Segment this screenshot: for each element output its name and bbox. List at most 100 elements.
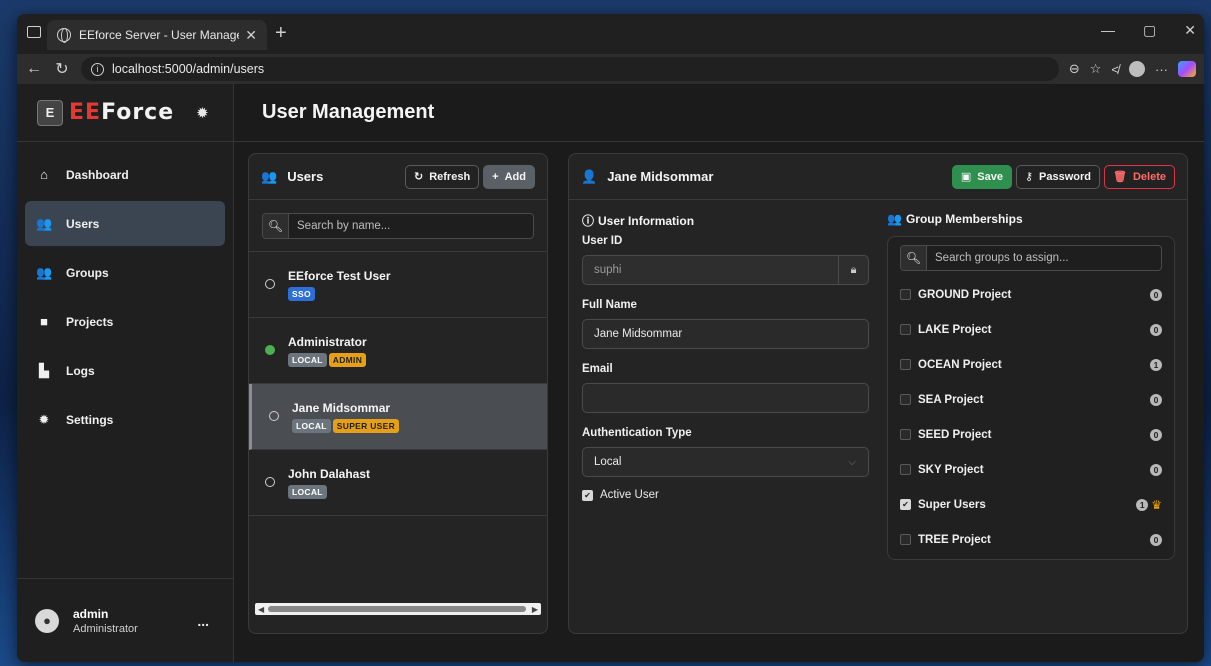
avatar: ● (35, 608, 59, 633)
group-item-sky[interactable]: SKY Project 0 (900, 452, 1162, 487)
user-id-label: User ID (582, 235, 623, 247)
lock-icon: 🔒︎ (838, 256, 868, 284)
group-search-input[interactable] (927, 246, 1161, 270)
role-badge: ADMIN (328, 352, 367, 367)
list-item[interactable]: Administrator LOCAL ADMIN (249, 318, 547, 384)
auth-type-select[interactable]: Local ⌵ (582, 447, 869, 477)
favorites-list-icon[interactable]: ≮ (1111, 62, 1119, 77)
sidebar-item-label: Dashboard (66, 167, 129, 182)
group-item-ocean[interactable]: OCEAN Project 1 (900, 347, 1162, 382)
favorite-icon[interactable]: ☆ (1090, 61, 1102, 77)
checkbox-checked-icon[interactable]: ✔ (582, 489, 593, 501)
member-count-badge: 0 (1150, 393, 1162, 406)
group-item-lake[interactable]: LAKE Project 0 (900, 312, 1162, 347)
gear-icon: ✹ (38, 411, 50, 427)
checkbox[interactable] (900, 464, 911, 475)
checkbox[interactable] (900, 324, 911, 335)
sidebar-item-label: Users (66, 216, 100, 231)
back-icon[interactable]: ← (25, 60, 43, 78)
add-label: Add (504, 170, 526, 183)
group-memberships-section: 👥 Group Memberships 🔍︎ GROUND Project (887, 212, 1175, 560)
save-button[interactable]: ▣ Save (951, 164, 1012, 189)
scroll-right-icon[interactable]: ▶ (532, 605, 538, 614)
user-info-title: ⓘ User Information (582, 212, 869, 229)
sidebar-item-settings[interactable]: ✹ Settings (25, 397, 225, 442)
delete-button[interactable]: 🗑︎ Delete (1104, 164, 1175, 189)
user-detail-header: 👤 Jane Midsommar ▣ Save ⚷ Password 🗑︎ De… (569, 154, 1187, 200)
active-user-checkbox[interactable]: ✔ Active User (582, 489, 869, 501)
users-panel-header: 👥 Users ↻ Refresh + Add (249, 154, 547, 200)
copilot-icon[interactable] (1178, 61, 1196, 77)
user-name: EEforce Test User (288, 268, 391, 283)
selected-user-name: Jane Midsommar (607, 169, 714, 184)
maximize-icon[interactable]: ▢ (1143, 22, 1156, 39)
member-count-badge: 0 (1150, 428, 1162, 441)
horizontal-scrollbar[interactable]: ◀ ▶ (255, 603, 541, 615)
user-detail-panel: 👤 Jane Midsommar ▣ Save ⚷ Password 🗑︎ De… (568, 153, 1188, 634)
checkbox[interactable] (900, 289, 911, 300)
user-id-value: suphi (594, 264, 622, 276)
refresh-button[interactable]: ↻ Refresh (404, 164, 480, 189)
add-user-button[interactable]: + Add (483, 164, 535, 189)
brand-name-ee: EE (69, 100, 102, 125)
cog-icon[interactable]: ✹ (196, 104, 209, 122)
list-item[interactable]: Jane Midsommar LOCAL SUPER USER (249, 384, 547, 450)
main-content: User Management 👥 Users ↻ Refresh + Add (234, 84, 1204, 662)
file-icon: ▙ (39, 362, 49, 378)
user-name: John Dalahast (288, 466, 371, 481)
brand-logo-icon: E (37, 99, 63, 126)
tab-actions-icon[interactable] (27, 26, 41, 38)
sidebar-item-logs[interactable]: ▙ Logs (25, 348, 225, 393)
group-item-sea[interactable]: SEA Project 0 (900, 382, 1162, 417)
url-field[interactable]: i localhost:5000/admin/users (81, 57, 1059, 81)
group-memberships-title: 👥 Group Memberships (887, 212, 1175, 226)
more-menu-icon[interactable]: ··· (1155, 62, 1168, 77)
site-info-icon[interactable]: i (91, 62, 104, 76)
checkbox[interactable] (900, 534, 911, 545)
current-user[interactable]: ● admin Administrator ... (17, 578, 233, 662)
user-search: 🔍︎ (262, 212, 534, 239)
minimize-icon[interactable]: — (1101, 22, 1115, 39)
search-input[interactable] (289, 213, 533, 238)
sidebar-item-dashboard[interactable]: ⌂ Dashboard (25, 152, 225, 197)
checkbox[interactable] (900, 429, 911, 440)
scrollbar-thumb[interactable] (268, 606, 526, 612)
browser-tab[interactable]: EEforce Server - User Manageme ✕ (47, 20, 267, 50)
password-button[interactable]: ⚷ Password (1015, 164, 1100, 189)
profile-icon[interactable] (1129, 61, 1145, 77)
sidebar: E EEForce ✹ ⌂ Dashboard 👥 Users 👥 Groups (17, 84, 234, 662)
group-name: TREE Project (918, 533, 991, 546)
list-item[interactable]: EEforce Test User SSO (249, 252, 547, 318)
group-item-tree[interactable]: TREE Project 0 (900, 522, 1162, 557)
scroll-left-icon[interactable]: ◀ (258, 605, 264, 614)
current-user-name: admin (73, 606, 109, 621)
sidebar-item-projects[interactable]: ■ Projects (25, 299, 225, 344)
url-text: localhost:5000/admin/users (112, 62, 265, 76)
checkbox-checked-icon[interactable]: ✔ (900, 499, 911, 510)
full-name-field[interactable]: Jane Midsommar (582, 319, 869, 349)
reader-icon[interactable]: ⊖ (1069, 61, 1080, 77)
reload-icon[interactable]: ↻ (53, 59, 71, 79)
list-item[interactable]: John Dalahast LOCAL (249, 450, 547, 516)
email-field[interactable] (582, 383, 869, 413)
checkbox[interactable] (900, 394, 911, 405)
close-tab-icon[interactable]: ✕ (245, 27, 257, 44)
checkbox[interactable] (900, 359, 911, 370)
status-indicator (265, 476, 275, 487)
user-search-row: 🔍︎ (249, 200, 547, 252)
brand-name-rest: Force (101, 100, 175, 125)
group-item-seed[interactable]: SEED Project 0 (900, 417, 1162, 452)
group-name: SKY Project (918, 463, 984, 476)
member-count-badge: 0 (1150, 323, 1162, 336)
sidebar-item-groups[interactable]: 👥 Groups (25, 250, 225, 295)
close-window-icon[interactable]: ✕ (1184, 22, 1196, 39)
trash-icon: 🗑︎ (1113, 171, 1127, 183)
browser-window: EEforce Server - User Manageme ✕ + — ▢ ✕… (17, 14, 1204, 662)
users-icon: 👥 (261, 168, 278, 184)
user-menu-button[interactable]: ... (197, 613, 209, 629)
home-icon: ⌂ (40, 167, 48, 182)
group-item-super-users[interactable]: ✔ Super Users 1 ♛ (900, 487, 1162, 522)
new-tab-button[interactable]: + (275, 22, 287, 45)
group-item-ground[interactable]: GROUND Project 0 (900, 277, 1162, 312)
sidebar-item-users[interactable]: 👥 Users (25, 201, 225, 246)
